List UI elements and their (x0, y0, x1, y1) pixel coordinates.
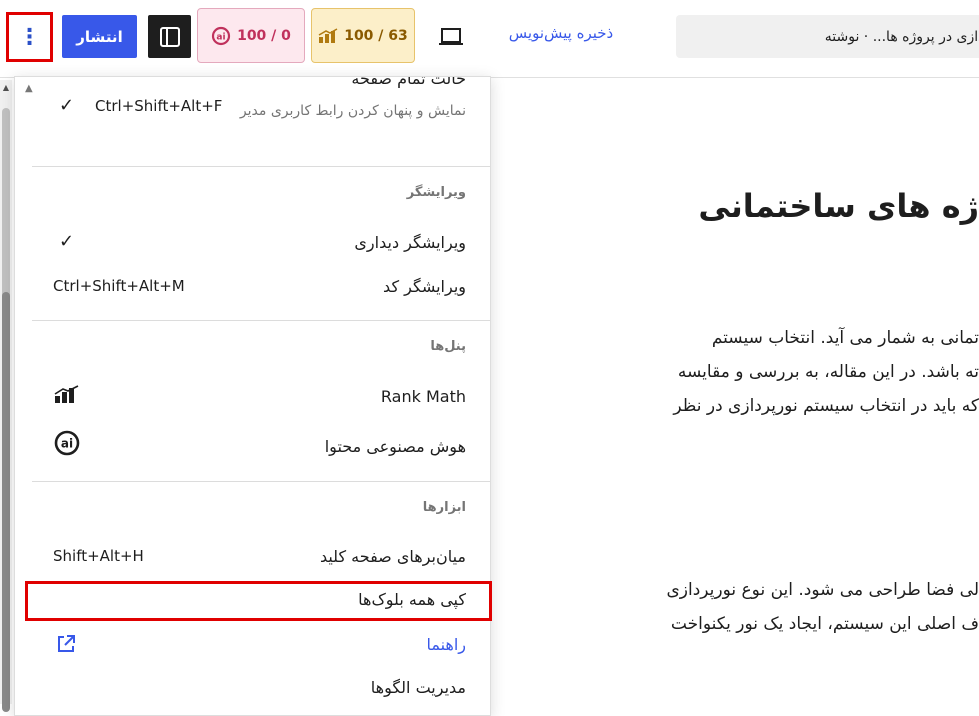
menu-divider (32, 166, 490, 167)
paragraph-block[interactable]: تمانی به شمار می آید. انتخاب سیستم ته با… (673, 321, 979, 423)
paragraph-line: ف اصلی این سیستم، ایجاد یک نور یکنواخت (670, 614, 979, 634)
menu-group-heading: پنل‌ها (430, 339, 466, 354)
settings-sidebar-toggle[interactable] (148, 15, 191, 58)
menu-item-label: ویرایشگر کد (383, 277, 466, 296)
document-title-bar[interactable]: پردازی در پروژه ها... · نوشته (676, 15, 979, 58)
menu-item-description: نمایش و پنهان کردن رابط کاربری مدیر (239, 103, 466, 119)
shortcut-text: Ctrl+Shift+Alt+F (95, 97, 223, 115)
menu-item-label: ویرایشگر دیداری (354, 233, 466, 252)
menu-group-heading: ویرایشگر (406, 185, 466, 200)
rank-math-icon (54, 385, 79, 403)
scrollbar-thumb-active[interactable] (2, 292, 10, 712)
paragraph-line: ته باشد. در این مقاله، به بررسی و مقایسه (677, 362, 979, 382)
options-dropdown-menu: ▲ حالت تمام صفحه نمایش و پنهان کردن رابط… (14, 76, 491, 716)
paragraph-line: لی فضا طراحی می شود. این نوع نورپردازی (666, 580, 979, 600)
check-icon: ✓ (59, 231, 75, 252)
options-menu-button[interactable]: ⋮ (6, 12, 53, 62)
content-ai-score-button[interactable]: ai 100 / 0 (197, 8, 305, 63)
publish-button[interactable]: انتشار (62, 15, 137, 58)
rank-math-score-button[interactable]: 100 / 63 (311, 8, 415, 63)
post-title[interactable]: ژه های ساختمانی (698, 187, 979, 225)
shortcut-text: Ctrl+Shift+Alt+M (53, 277, 185, 295)
paragraph-line: که باید در انتخاب سیستم نورپردازی در نظر (673, 396, 979, 416)
editor-canvas[interactable]: ژه های ساختمانی تمانی به شمار می آید. ان… (500, 79, 979, 704)
menu-divider (32, 320, 490, 321)
paragraph-line: تمانی به شمار می آید. انتخاب سیستم (711, 328, 979, 348)
menu-item-label: مدیریت الگوها (370, 678, 466, 697)
more-vertical-icon: ⋮ (18, 24, 41, 50)
document-title: پردازی در پروژه ها... · نوشته (824, 28, 979, 45)
menu-item-label: میان‌برهای صفحه کلید (319, 547, 466, 566)
check-icon: ✓ (59, 95, 75, 116)
menu-group-heading: ابزارها (422, 500, 466, 515)
save-draft-button[interactable]: ذخیره پیش‌نویس (486, 24, 636, 42)
laptop-icon (439, 28, 463, 45)
external-link-icon (58, 635, 75, 652)
sidebar-icon (159, 26, 180, 47)
svg-text:ai: ai (61, 437, 73, 451)
menu-scroll-up-icon[interactable]: ▲ (25, 83, 33, 94)
editor-header: ⋮ انتشار ai 100 / 0 100 / 63 ذخیره پیش‌ن… (0, 0, 979, 78)
content-ai-icon: ai (211, 26, 231, 45)
rank-math-score: 100 / 63 (344, 27, 408, 44)
menu-divider (32, 481, 490, 482)
preview-button[interactable] (432, 20, 470, 54)
menu-item-label: هوش مصنوعی محتوا (324, 437, 466, 456)
scroll-up-arrow-icon[interactable]: ▲ (0, 80, 12, 94)
menu-item-label: راهنما (426, 635, 466, 654)
menu-item-label: حالت تمام صفحه (351, 76, 466, 88)
menu-item-label: کپی همه بلوک‌ها (358, 590, 466, 609)
menu-item-label: Rank Math (380, 387, 466, 406)
content-ai-icon: ai (54, 430, 80, 456)
paragraph-block[interactable]: لی فضا طراحی می شود. این نوع نورپردازی ف… (666, 573, 979, 641)
svg-text:ai: ai (216, 32, 225, 42)
rank-math-icon (318, 27, 338, 43)
content-ai-score: 100 / 0 (237, 27, 291, 44)
shortcut-text: Shift+Alt+H (53, 547, 144, 565)
